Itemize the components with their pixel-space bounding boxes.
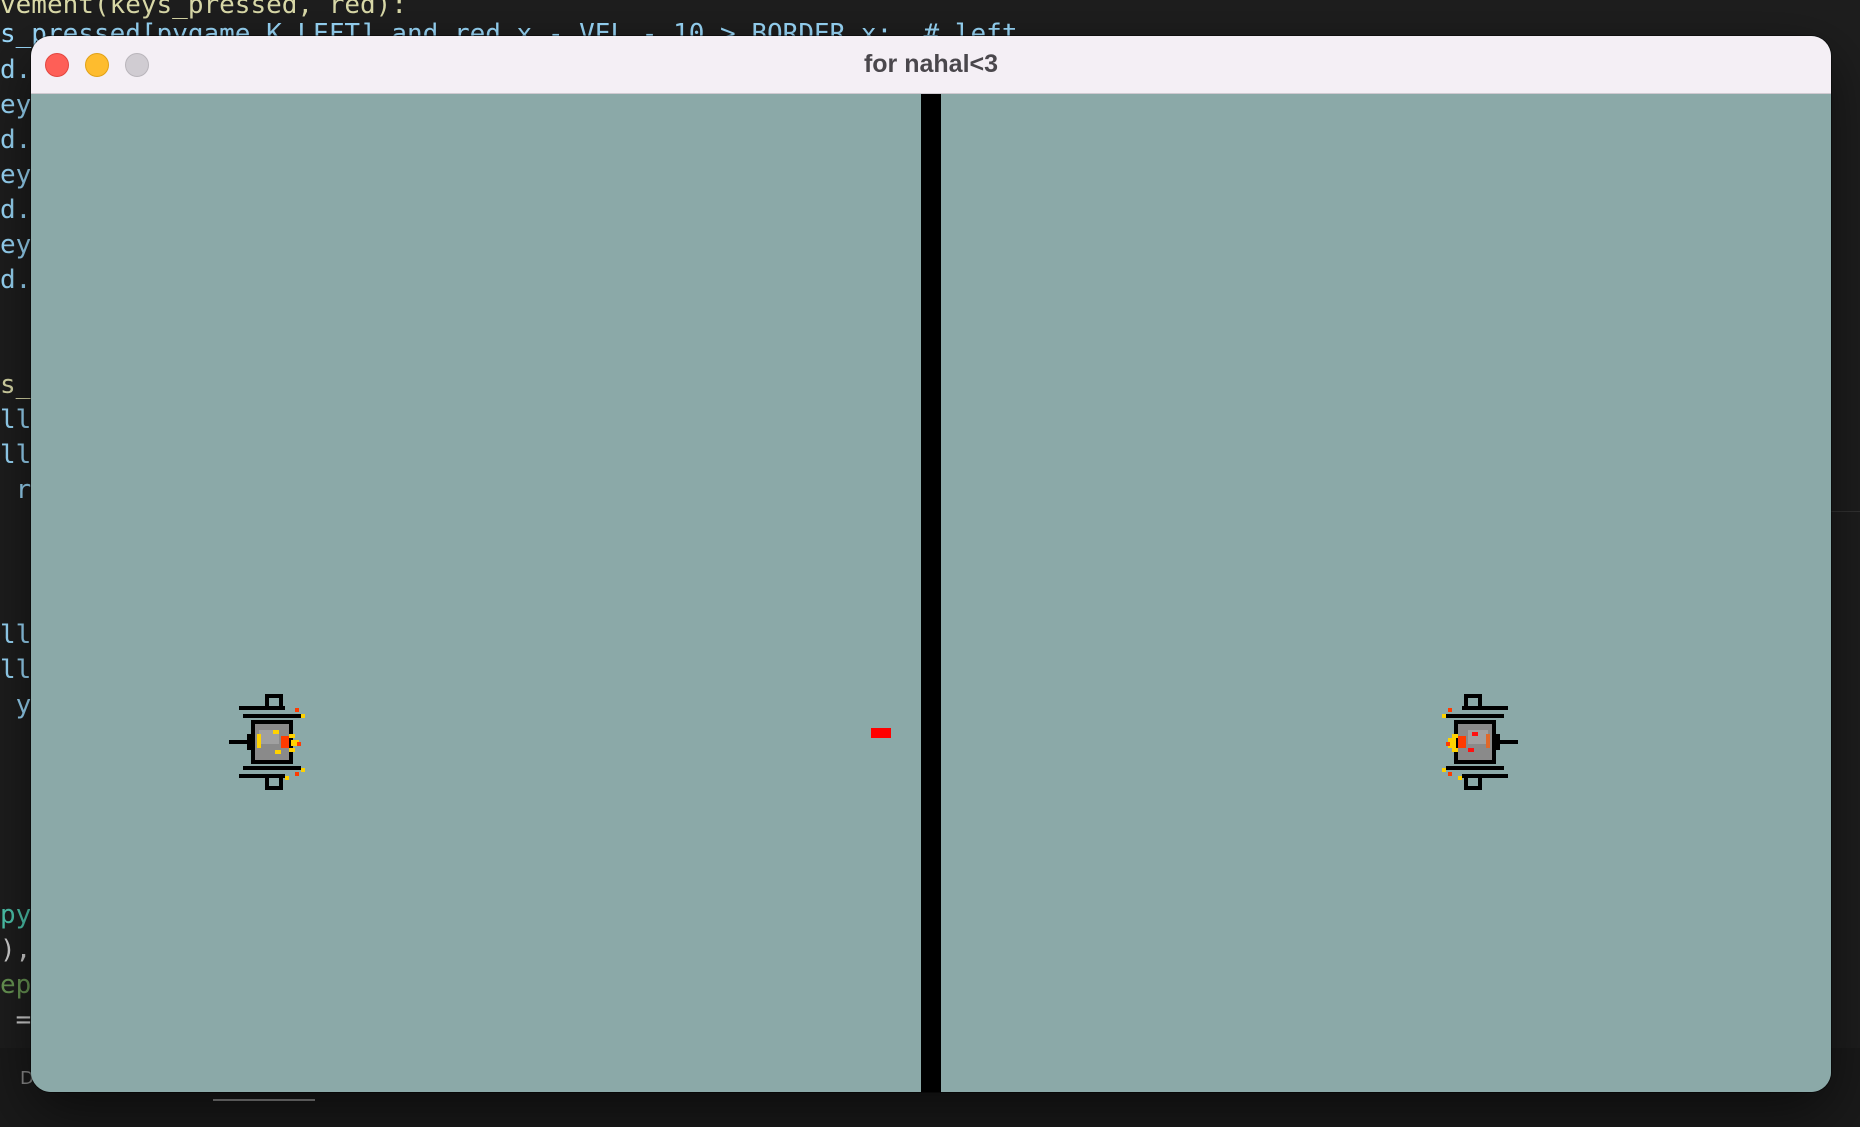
code-line: ), xyxy=(0,935,32,965)
game-canvas[interactable] xyxy=(31,94,1831,1092)
red-spaceship-icon xyxy=(1442,694,1518,790)
red-bullet xyxy=(871,728,891,738)
game-window: for nahal<3 xyxy=(31,36,1831,1092)
yellow-spaceship-icon xyxy=(229,694,305,790)
panel-divider xyxy=(1830,511,1860,512)
window-titlebar[interactable]: for nahal<3 xyxy=(31,36,1831,94)
window-title: for nahal<3 xyxy=(863,50,999,78)
code-line: = xyxy=(0,1005,32,1035)
active-tab-underline xyxy=(213,1099,315,1101)
center-border-wall xyxy=(921,94,941,1092)
